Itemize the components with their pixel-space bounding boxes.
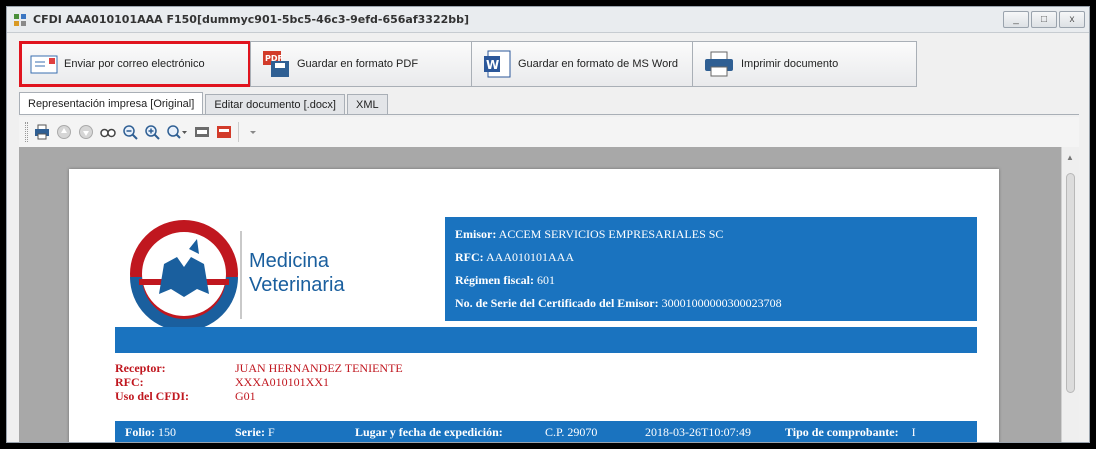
zoom-dropdown-icon[interactable] <box>166 124 188 140</box>
tipo-value: I <box>911 425 916 439</box>
tab-printed-representation[interactable]: Representación impresa [Original] <box>19 92 204 114</box>
tab-divider <box>19 114 1079 115</box>
veterinary-logo <box>130 220 238 329</box>
receptor-label: Receptor: <box>115 361 166 375</box>
folio-bar: Folio: 150 Serie: F Lugar y fecha de exp… <box>115 421 977 442</box>
emisor-value: ACCEM SERVICIOS EMPRESARIALES SC <box>498 227 724 241</box>
brand-divider <box>240 231 242 319</box>
tab-edit-document[interactable]: Editar documento [.docx] <box>205 94 345 114</box>
next-page-icon[interactable] <box>78 124 94 140</box>
title-bar: CFDI AAA010101AAA F150[dummyc901-5bc5-46… <box>7 7 1089 33</box>
window-title: CFDI AAA010101AAA F150[dummyc901-5bc5-46… <box>33 13 470 26</box>
emisor-label: Emisor: <box>455 227 497 241</box>
certificate-label: No. de Serie del Certificado del Emisor: <box>455 296 659 310</box>
zoom-out-icon[interactable] <box>122 124 138 140</box>
header-band <box>115 327 977 353</box>
emisor-rfc-value: AAA010101AAA <box>486 250 575 264</box>
brand-name: Medicina Veterinaria <box>249 249 345 297</box>
scroll-thumb[interactable] <box>1066 173 1075 393</box>
export-xml-icon[interactable] <box>194 124 210 140</box>
tipo-field: Tipo de comprobante: I <box>785 425 916 440</box>
lugar-label-text: Lugar y fecha de expedición: <box>355 425 503 439</box>
svg-text:W: W <box>486 58 499 72</box>
serie-value: F <box>267 425 275 439</box>
previous-page-icon[interactable] <box>56 124 72 140</box>
pdf-save-icon: PDF <box>263 51 289 77</box>
regimen-row: Régimen fiscal: 601 <box>455 273 977 296</box>
emisor-rfc-label: RFC: <box>455 250 484 264</box>
vertical-scrollbar[interactable]: ▲ <box>1061 147 1079 442</box>
brand-line-1: Medicina <box>249 250 330 272</box>
receptor-row: Receptor: JUAN HERNANDEZ TENIENTE <box>115 361 403 375</box>
viewer-toolbar <box>19 117 1079 147</box>
uso-cfdi-value: G01 <box>235 389 256 403</box>
receptor-rfc-row: RFC: XXXA010101XX1 <box>115 375 403 389</box>
save-word-button[interactable]: W Guardar en formato de MS Word <box>471 41 693 87</box>
tipo-label: Tipo de comprobante: <box>785 425 899 439</box>
toolbar-separator <box>238 122 239 142</box>
print-document-label: Imprimir documento <box>741 58 839 70</box>
send-email-label: Enviar por correo electrónico <box>64 58 205 70</box>
serie-label: Serie: <box>235 425 265 439</box>
minimize-button[interactable]: _ <box>1003 11 1029 28</box>
receptor-rfc-value: XXXA010101XX1 <box>235 375 329 389</box>
document-page: Medicina Veterinaria Emisor: ACCEM SERVI… <box>69 169 999 442</box>
close-button[interactable]: x <box>1059 11 1085 28</box>
serie-field: Serie: F <box>235 425 275 440</box>
save-word-label: Guardar en formato de MS Word <box>518 58 678 70</box>
export-pdf-icon[interactable] <box>216 124 232 140</box>
zoom-in-icon[interactable] <box>144 124 160 140</box>
brand-line-2: Veterinaria <box>249 274 345 296</box>
emisor-box: Emisor: ACCEM SERVICIOS EMPRESARIALES SC… <box>445 217 977 321</box>
folio-field: Folio: 150 <box>125 425 176 440</box>
scroll-up-icon[interactable]: ▲ <box>1066 153 1074 162</box>
receptor-value: JUAN HERNANDEZ TENIENTE <box>235 361 403 375</box>
maximize-button[interactable]: □ <box>1031 11 1057 28</box>
receptor-rfc-label: RFC: <box>115 375 144 389</box>
certificate-row: No. de Serie del Certificado del Emisor:… <box>455 296 977 319</box>
regimen-label: Régimen fiscal: <box>455 273 534 287</box>
window-controls: _ □ x <box>1003 11 1085 28</box>
uso-cfdi-row: Uso del CFDI: G01 <box>115 389 403 403</box>
app-icon <box>14 14 26 26</box>
uso-cfdi-label: Uso del CFDI: <box>115 389 189 403</box>
email-icon <box>30 55 58 74</box>
printer-icon <box>705 51 733 77</box>
print-document-button[interactable]: Imprimir documento <box>692 41 917 87</box>
regimen-value: 601 <box>536 273 555 287</box>
find-icon[interactable] <box>100 124 116 140</box>
word-icon: W <box>484 50 511 78</box>
folio-label: Folio: <box>125 425 155 439</box>
print-icon[interactable] <box>34 124 50 140</box>
tab-xml[interactable]: XML <box>347 94 388 114</box>
folio-value: 150 <box>158 425 176 439</box>
receptor-block: Receptor: JUAN HERNANDEZ TENIENTE RFC: X… <box>115 361 403 403</box>
toolbar-grip[interactable] <box>25 122 28 142</box>
document-tabs: Representación impresa [Original] Editar… <box>19 92 390 114</box>
more-icon[interactable] <box>245 124 261 140</box>
lugar-label: Lugar y fecha de expedición: <box>355 425 503 440</box>
cp-value: C.P. 29070 <box>545 425 598 439</box>
save-pdf-label: Guardar en formato PDF <box>297 58 419 70</box>
send-email-button[interactable]: Enviar por correo electrónico <box>19 41 251 87</box>
action-bar: Enviar por correo electrónico PDF Guarda… <box>19 41 919 87</box>
fecha-value: 2018-03-26T10:07:49 <box>645 425 751 439</box>
emisor-row: Emisor: ACCEM SERVICIOS EMPRESARIALES SC <box>455 227 977 250</box>
app-window: CFDI AAA010101AAA F150[dummyc901-5bc5-46… <box>6 6 1090 443</box>
certificate-value: 30001000000300023708 <box>661 296 782 310</box>
emisor-rfc-row: RFC: AAA010101AAA <box>455 250 977 273</box>
document-viewer[interactable]: Medicina Veterinaria Emisor: ACCEM SERVI… <box>19 147 1079 442</box>
save-pdf-button[interactable]: PDF Guardar en formato PDF <box>250 41 472 87</box>
